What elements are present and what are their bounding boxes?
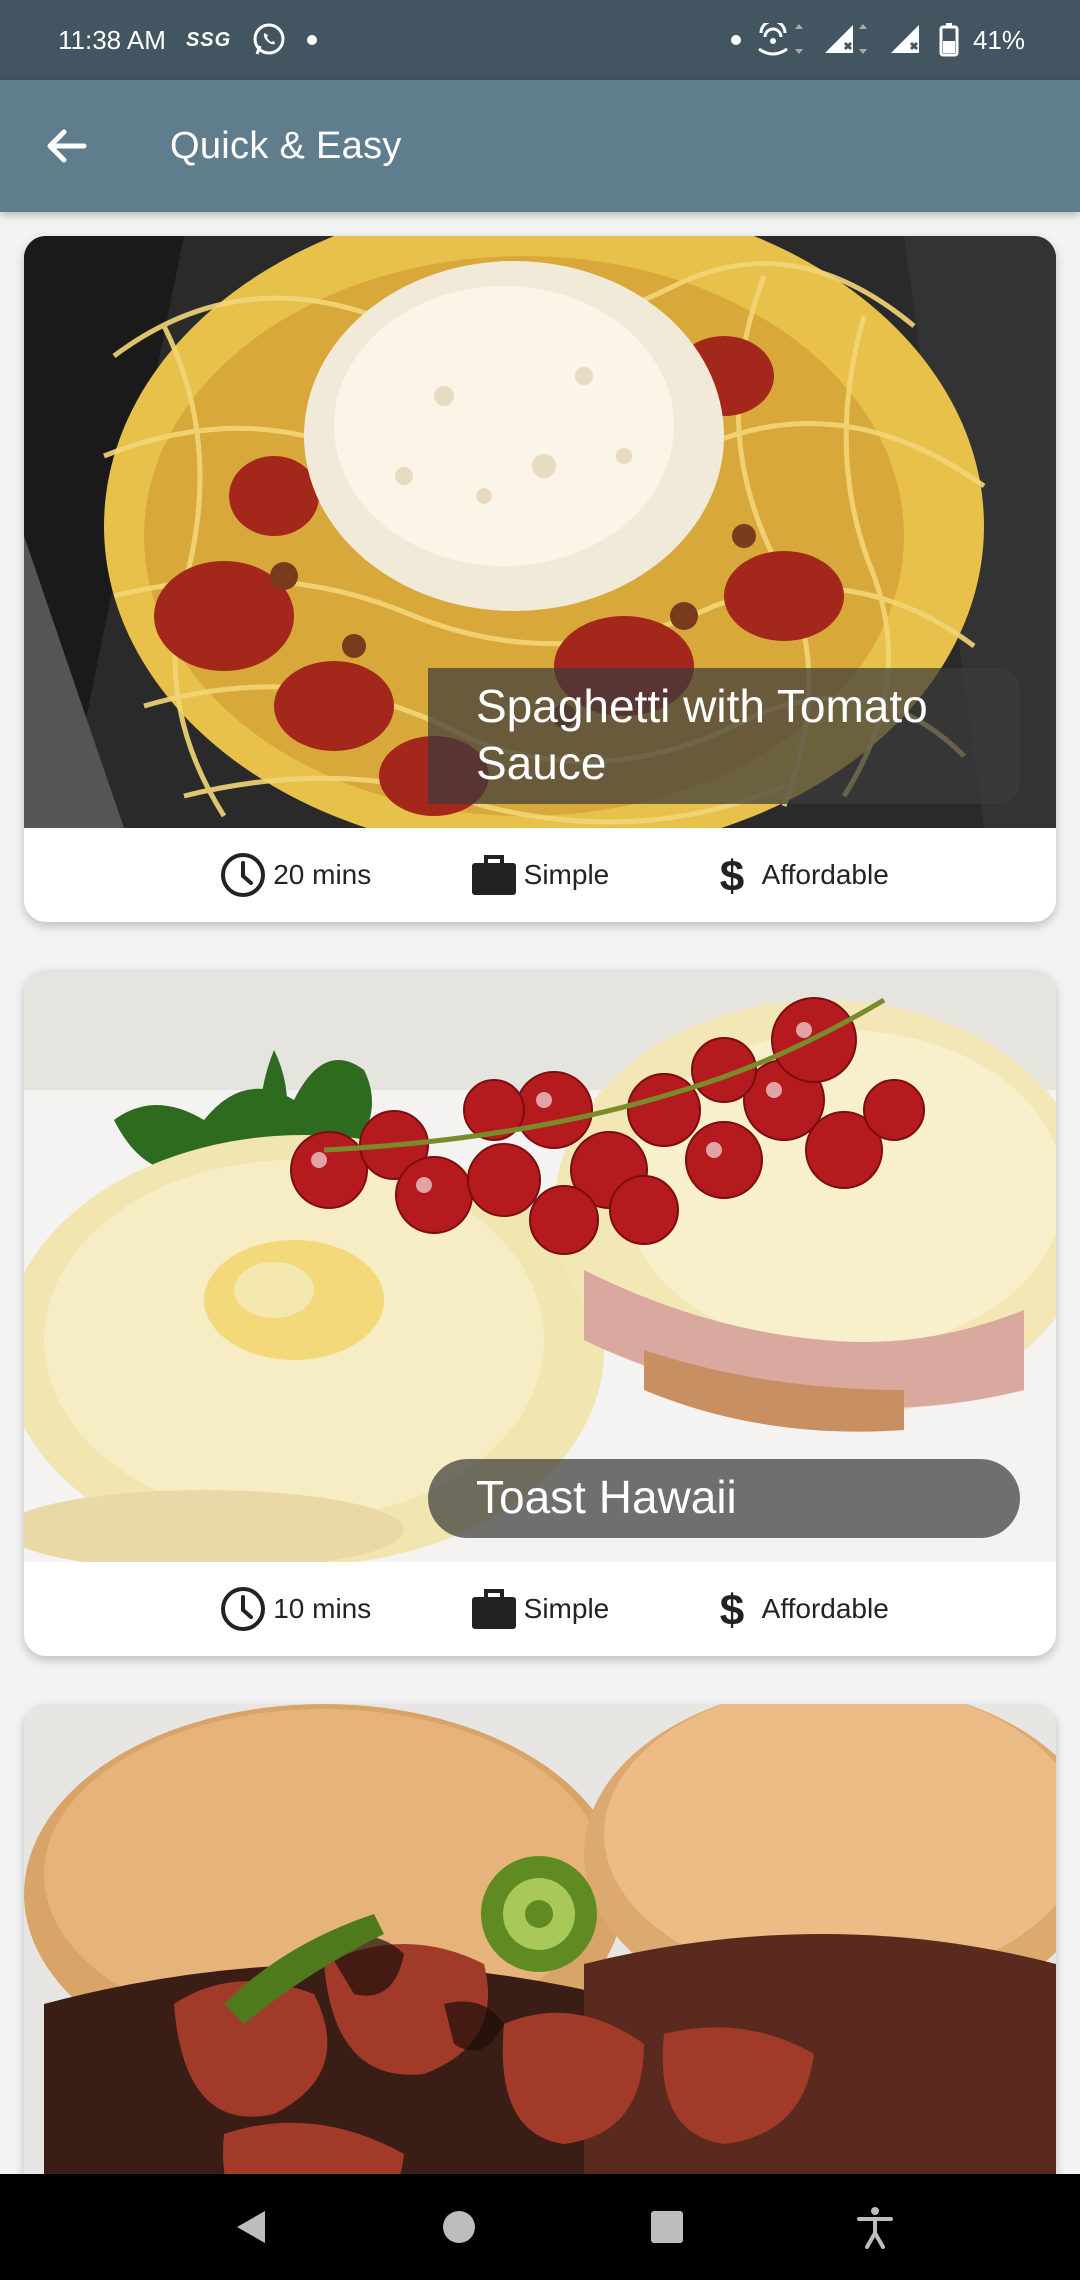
nav-home-button[interactable] xyxy=(424,2192,494,2262)
duration-info: 10 mins xyxy=(219,1585,371,1633)
meal-title: Spaghetti with Tomato Sauce xyxy=(428,668,1020,804)
arrow-back-icon xyxy=(47,129,87,163)
complexity-info: Simple xyxy=(470,851,610,899)
whatsapp-icon xyxy=(251,22,287,58)
meal-meta-row: 20 mins Simple $ Affordable xyxy=(24,828,1056,922)
complexity-info: Simple xyxy=(470,1585,610,1633)
app-bar: Quick & Easy xyxy=(0,80,1080,212)
burger-photo xyxy=(24,1704,1056,2174)
carrier-badge: SSG xyxy=(185,28,232,51)
svg-text:$: $ xyxy=(719,852,743,899)
meal-card[interactable]: Spaghetti with Tomato Sauce 20 mins Simp… xyxy=(24,236,1056,922)
briefcase-icon xyxy=(471,855,516,895)
clock-icon xyxy=(221,1587,266,1631)
accessibility-icon xyxy=(857,2207,893,2249)
affordability-label: Affordable xyxy=(761,859,889,890)
affordability-info: $ Affordable xyxy=(708,1585,889,1633)
back-button[interactable] xyxy=(0,80,132,212)
clock-icon xyxy=(221,853,266,897)
meal-image: Toast Hawaii xyxy=(24,970,1056,1562)
screen: 11:38 AM SSG 41% Quick & Easy Spaghetti … xyxy=(0,0,1080,2280)
nav-accessibility-button[interactable] xyxy=(840,2192,910,2262)
complexity-label: Simple xyxy=(523,859,610,890)
signal-icon xyxy=(889,23,925,57)
battery-icon xyxy=(939,23,959,57)
hotspot-icon xyxy=(755,23,809,57)
notification-dot-icon xyxy=(307,35,318,45)
svg-text:$: $ xyxy=(719,1586,743,1633)
nav-recents-button[interactable] xyxy=(632,2192,702,2262)
meal-card[interactable] xyxy=(24,1704,1056,2174)
dollar-icon: $ xyxy=(719,1586,743,1633)
briefcase-icon xyxy=(471,1589,516,1629)
meal-list[interactable]: Spaghetti with Tomato Sauce 20 mins Simp… xyxy=(0,212,1080,2174)
status-time: 11:38 AM xyxy=(58,24,166,55)
duration-label: 10 mins xyxy=(273,1593,372,1624)
recents-square-icon xyxy=(651,2211,683,2243)
notification-dot-icon xyxy=(730,35,741,45)
meal-image: Spaghetti with Tomato Sauce xyxy=(24,236,1056,828)
page-title: Quick & Easy xyxy=(170,124,402,167)
system-nav-bar xyxy=(0,2174,1080,2280)
meal-meta-row: 10 mins Simple $ Affordable xyxy=(24,1562,1056,1656)
home-circle-icon xyxy=(443,2211,475,2243)
meal-card[interactable]: Toast Hawaii 10 mins Simple $ Affordable xyxy=(24,970,1056,1656)
duration-info: 20 mins xyxy=(219,851,371,899)
meal-title: Toast Hawaii xyxy=(428,1459,1020,1538)
affordability-info: $ Affordable xyxy=(708,851,889,899)
battery-percent: 41% xyxy=(972,24,1025,55)
nav-back-button[interactable] xyxy=(216,2192,286,2262)
dollar-icon: $ xyxy=(719,852,743,899)
back-triangle-icon xyxy=(237,2211,265,2243)
status-bar: 11:38 AM SSG 41% xyxy=(0,0,1080,80)
signal-icon xyxy=(823,23,875,57)
meal-image xyxy=(24,1704,1056,2174)
affordability-label: Affordable xyxy=(761,1593,889,1624)
duration-label: 20 mins xyxy=(273,859,372,890)
complexity-label: Simple xyxy=(523,1593,610,1624)
